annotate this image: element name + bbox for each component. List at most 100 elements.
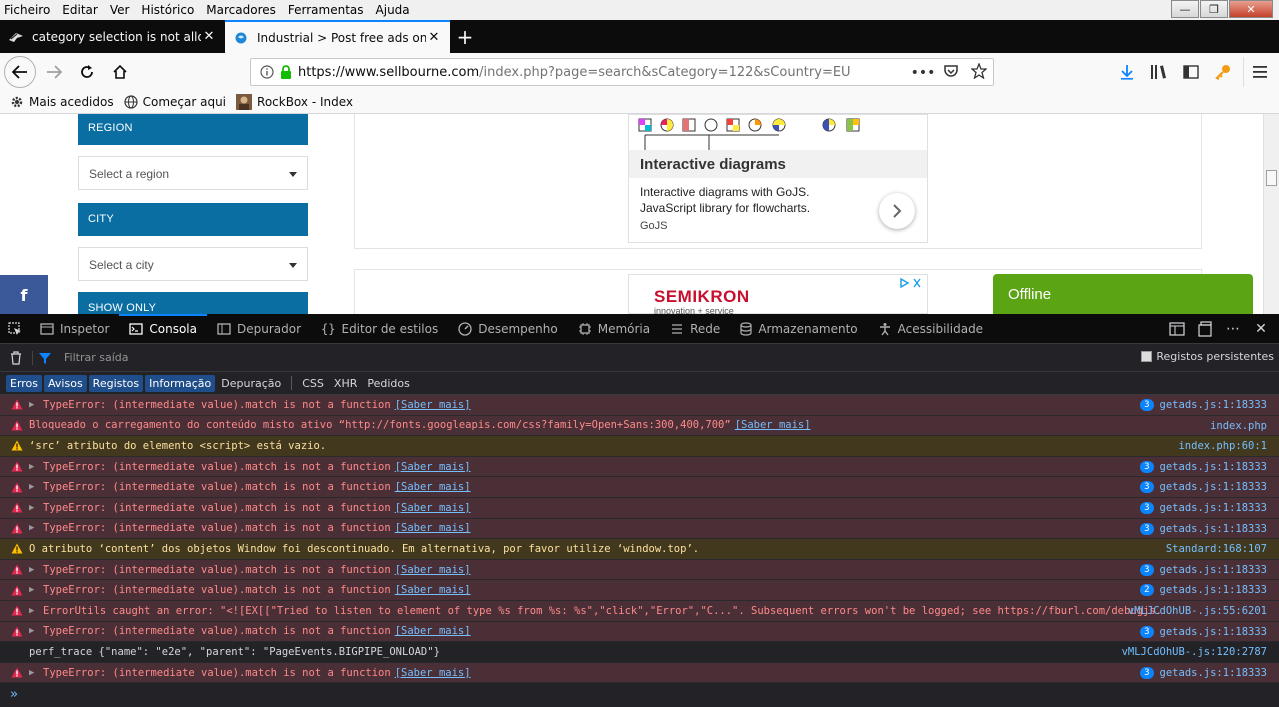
message-source-link[interactable]: Standard:168:107 xyxy=(1166,543,1267,555)
bookmark-comecar-aqui[interactable]: Começar aqui xyxy=(124,95,226,109)
responsive-design-icon[interactable] xyxy=(1163,322,1191,336)
console-message[interactable]: O atributo ‘content’ dos objetos Window … xyxy=(0,539,1279,560)
region-select[interactable]: Select a region xyxy=(78,156,308,190)
back-button[interactable] xyxy=(4,56,36,88)
library-icon[interactable] xyxy=(1143,57,1175,87)
expand-arrow-icon[interactable]: ▶ xyxy=(29,626,39,636)
message-source-link[interactable]: index.php:60:1 xyxy=(1178,440,1267,452)
console-message[interactable]: ▶ ErrorUtils caught an error: "<![EX[["Tr… xyxy=(0,600,1279,622)
learn-more-link[interactable]: [Saber mais] xyxy=(395,481,471,493)
url-bar[interactable]: https://www.sellbourne.com/index.php?pag… xyxy=(250,58,994,86)
new-tab-button[interactable]: + xyxy=(450,20,480,53)
console-message[interactable]: ▶ TypeError: (intermediate value).match i… xyxy=(0,456,1279,478)
console-message[interactable]: ‘src’ atributo do elemento <script> está… xyxy=(0,436,1279,457)
reload-button[interactable] xyxy=(72,57,102,87)
console-message[interactable]: Bloqueado o carregamento do conteúdo mis… xyxy=(0,415,1279,437)
message-source-link[interactable]: getads.js:1:18333 xyxy=(1160,667,1267,679)
message-source-link[interactable]: getads.js:1:18333 xyxy=(1160,564,1267,576)
expand-arrow-icon[interactable]: ▶ xyxy=(29,482,39,492)
hamburger-menu-icon[interactable] xyxy=(1243,57,1275,87)
message-source-link[interactable]: getads.js:1:18333 xyxy=(1160,461,1267,473)
learn-more-link[interactable]: [Saber mais] xyxy=(395,564,471,576)
console-message[interactable]: ▶ TypeError: (intermediate value).match i… xyxy=(0,395,1279,416)
menu-ferramentas[interactable]: Ferramentas xyxy=(282,3,370,17)
message-source-link[interactable]: vMLJCdOhUB-.js:120:2787 xyxy=(1122,646,1267,658)
minimize-button[interactable]: — xyxy=(1171,0,1199,18)
close-devtools-icon[interactable]: ✕ xyxy=(1247,321,1275,337)
devtools-tab-debugger[interactable]: Depurador xyxy=(207,314,311,344)
gojs-ad[interactable]: Interactive diagrams Interactive diagram… xyxy=(628,114,928,243)
menu-editar[interactable]: Editar xyxy=(56,3,104,17)
menu-ajuda[interactable]: Ajuda xyxy=(370,3,416,17)
bookmark-mais-acedidos[interactable]: Mais acedidos xyxy=(10,95,114,109)
tab-category-selection[interactable]: category selection is not allowe ✕ xyxy=(0,20,225,53)
key-icon[interactable] xyxy=(1207,57,1239,87)
category-requests[interactable]: Pedidos xyxy=(363,375,414,392)
tab-close-icon[interactable]: ✕ xyxy=(426,30,442,45)
expand-arrow-icon[interactable]: ▶ xyxy=(29,606,39,616)
expand-arrow-icon[interactable]: ▶ xyxy=(29,523,39,533)
more-options-icon[interactable]: ⋯ xyxy=(1219,321,1247,337)
bookmark-star-icon[interactable] xyxy=(965,62,993,83)
menu-ver[interactable]: Ver xyxy=(104,3,136,17)
category-warnings[interactable]: Avisos xyxy=(44,374,87,392)
console-input[interactable]: » xyxy=(0,683,1279,705)
console-message[interactable]: ▶ TypeError: (intermediate value).match i… xyxy=(0,518,1279,540)
scrollbar-thumb[interactable] xyxy=(1266,170,1277,186)
console-message[interactable]: ▶ TypeError: (intermediate value).match i… xyxy=(0,497,1279,519)
devtools-tab-accessibility[interactable]: Acessibilidade xyxy=(868,314,993,344)
expand-arrow-icon[interactable]: ▶ xyxy=(29,565,39,575)
learn-more-link[interactable]: [Saber mais] xyxy=(395,522,471,534)
message-source-link[interactable]: getads.js:1:18333 xyxy=(1160,626,1267,638)
category-debug[interactable]: Depuração xyxy=(217,375,285,392)
message-source-link[interactable]: getads.js:1:18333 xyxy=(1160,523,1267,535)
console-message[interactable]: ▶ TypeError: (intermediate value).match i… xyxy=(0,477,1279,498)
console-message[interactable]: ▶ TypeError: (intermediate value).match i… xyxy=(0,559,1279,581)
learn-more-link[interactable]: [Saber mais] xyxy=(395,461,471,473)
devtools-tab-console[interactable]: Consola xyxy=(119,313,207,344)
trash-icon[interactable] xyxy=(4,350,28,365)
console-message[interactable]: perf_trace {"name": "e2e", "parent": "Pa… xyxy=(0,642,1279,663)
facebook-share-button[interactable]: f xyxy=(0,275,48,314)
message-source-link[interactable]: getads.js:1:18333 xyxy=(1160,481,1267,493)
close-window-button[interactable]: ✕ xyxy=(1229,0,1273,18)
adchoices-icon[interactable] xyxy=(899,277,923,292)
tab-close-icon[interactable]: ✕ xyxy=(201,29,217,44)
element-picker-button[interactable] xyxy=(0,314,30,344)
devtools-tab-performance[interactable]: Desempenho xyxy=(448,314,568,344)
learn-more-link[interactable]: [Saber mais] xyxy=(735,419,811,431)
tab-industrial[interactable]: Industrial > Post free ads online ✕ xyxy=(225,20,450,53)
menu-historico[interactable]: Histórico xyxy=(135,3,200,17)
console-message[interactable]: ▶ TypeError: (intermediate value).match i… xyxy=(0,580,1279,601)
expand-arrow-icon[interactable]: ▶ xyxy=(29,462,39,472)
menu-marcadores[interactable]: Marcadores xyxy=(200,3,282,17)
expand-arrow-icon[interactable]: ▶ xyxy=(29,668,39,678)
category-logs[interactable]: Registos xyxy=(88,374,144,392)
category-errors[interactable]: Erros xyxy=(6,374,43,392)
filter-input[interactable]: Filtrar saída xyxy=(64,351,129,364)
devtools-tab-style-editor[interactable]: {} Editor de estilos xyxy=(311,314,448,344)
console-message[interactable]: ▶ TypeError: (intermediate value).match i… xyxy=(0,662,1279,684)
city-select[interactable]: Select a city xyxy=(78,247,308,281)
message-source-link[interactable]: getads.js:1:18333 xyxy=(1160,584,1267,596)
devtools-tab-memory[interactable]: Memória xyxy=(568,314,660,344)
downloads-icon[interactable] xyxy=(1111,57,1143,87)
message-source-link[interactable]: index.php xyxy=(1210,420,1267,432)
bookmark-rockbox[interactable]: RockBox - Index xyxy=(236,94,353,110)
message-source-link[interactable]: getads.js:1:18333 xyxy=(1160,399,1267,411)
learn-more-link[interactable]: [Saber mais] xyxy=(395,667,471,679)
devtools-tab-network[interactable]: Rede xyxy=(660,314,730,344)
offline-chat-widget[interactable]: Offline xyxy=(993,274,1253,314)
learn-more-link[interactable]: [Saber mais] xyxy=(395,625,471,637)
devtools-tab-inspector[interactable]: Inspetor xyxy=(30,314,119,344)
dock-side-icon[interactable] xyxy=(1191,321,1219,337)
pocket-icon[interactable] xyxy=(937,64,965,82)
category-xhr[interactable]: XHR xyxy=(330,375,361,392)
lock-icon[interactable] xyxy=(280,65,292,79)
page-scrollbar[interactable] xyxy=(1263,114,1279,314)
learn-more-link[interactable]: [Saber mais] xyxy=(395,502,471,514)
console-message[interactable]: ▶ TypeError: (intermediate value).match i… xyxy=(0,621,1279,643)
category-info[interactable]: Informação xyxy=(145,374,216,392)
category-css[interactable]: CSS xyxy=(298,375,328,392)
restore-button[interactable]: ❐ xyxy=(1200,0,1228,18)
